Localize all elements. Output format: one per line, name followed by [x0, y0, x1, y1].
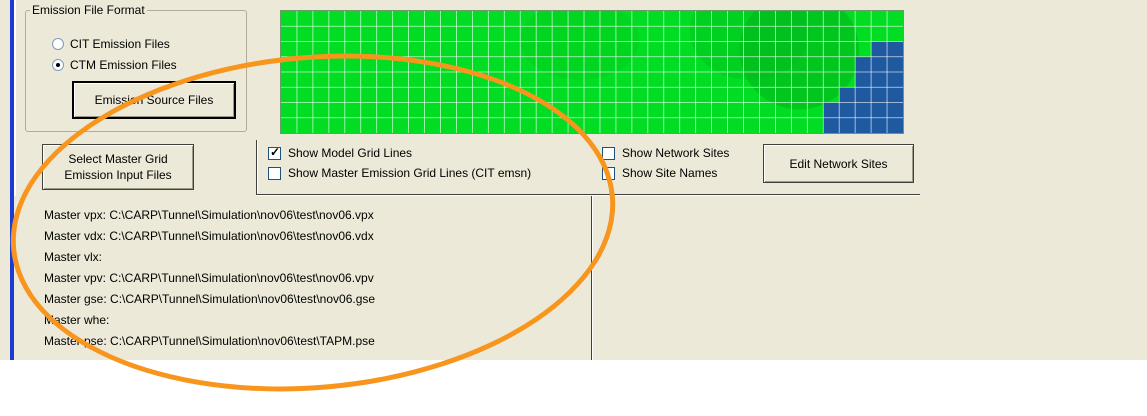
show-site-names-label: Show Site Names	[622, 166, 718, 180]
water-cell	[855, 102, 872, 119]
water-cell	[871, 117, 888, 133]
water-cell	[871, 102, 888, 119]
water-cell	[887, 117, 903, 133]
cit-emission-label: CIT Emission Files	[70, 37, 170, 51]
water-cell	[839, 117, 856, 133]
water-cell	[887, 87, 903, 103]
water-cell	[855, 117, 872, 133]
water-cell	[839, 87, 856, 103]
water-cell	[871, 41, 888, 58]
water-cell	[871, 87, 888, 103]
water-cell	[855, 56, 872, 73]
ctm-emission-label: CTM Emission Files	[70, 58, 177, 72]
show-network-sites-checkbox[interactable]: Show Network Sites	[602, 146, 729, 160]
emission-file-format-title: Emission File Format	[30, 3, 147, 17]
ctm-emission-radio[interactable]: CTM Emission Files	[52, 58, 177, 72]
radio-selected-icon	[52, 59, 64, 71]
cit-emission-radio[interactable]: CIT Emission Files	[52, 37, 170, 51]
show-network-sites-label: Show Network Sites	[622, 146, 730, 160]
water-cell	[871, 56, 888, 73]
selection-bar-highlight	[14, 0, 16, 196]
water-cell	[823, 117, 840, 133]
water-cell	[871, 72, 888, 88]
show-site-names-checkbox[interactable]: Show Site Names	[602, 166, 717, 180]
checkbox-icon	[602, 146, 615, 160]
water-cell	[855, 72, 872, 88]
water-cell	[823, 102, 840, 119]
water-cell	[887, 41, 903, 58]
radio-circle-icon	[52, 38, 64, 50]
water-cell	[887, 72, 903, 88]
water-cell	[887, 56, 903, 73]
water-cell	[855, 87, 872, 103]
water-cell	[887, 102, 903, 119]
water-cell	[839, 102, 856, 119]
edit-network-sites-button[interactable]: Edit Network Sites	[763, 144, 914, 183]
